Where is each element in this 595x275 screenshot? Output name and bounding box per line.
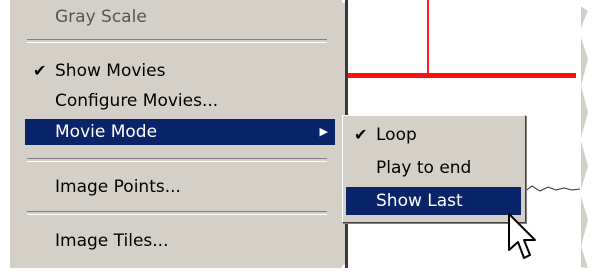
menu-item-show-movies[interactable]: ✔ Show Movies (27, 58, 327, 84)
submenu-item-play-to-end[interactable]: Play to end (346, 154, 521, 182)
menu-item-movie-mode[interactable]: Movie Mode ▶ (25, 119, 335, 145)
menu-separator (27, 39, 327, 43)
menu-separator (27, 211, 327, 215)
checkmark-icon: ✔ (354, 125, 368, 144)
red-horizontal-line (348, 73, 576, 78)
menu-item-configure-movies[interactable]: Configure Movies... (27, 88, 327, 114)
menu-item-image-points[interactable]: Image Points... (27, 174, 327, 200)
menu-separator (27, 158, 327, 162)
submenu-arrow-icon: ▶ (319, 125, 328, 138)
submenu-item-loop[interactable]: ✔ Loop (346, 121, 521, 149)
checkmark-icon: ✔ (33, 61, 47, 80)
red-vertical-line (427, 0, 429, 75)
menu-item-image-tiles[interactable]: Image Tiles... (27, 228, 327, 254)
menu-item-gray-scale[interactable]: Gray Scale (27, 4, 327, 30)
movie-mode-submenu: ✔ Loop Play to end Show Last (342, 115, 526, 223)
submenu-item-show-last[interactable]: Show Last (346, 187, 521, 215)
mouse-pointer-icon (508, 213, 536, 259)
